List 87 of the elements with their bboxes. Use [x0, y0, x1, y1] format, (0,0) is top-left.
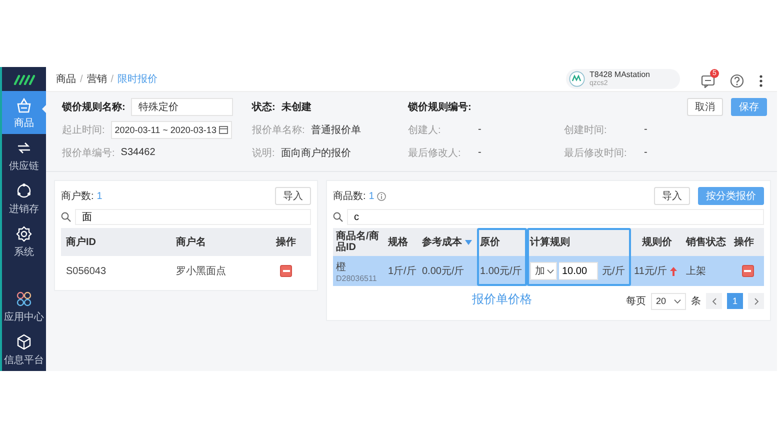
account-name: T8428 MAstation	[590, 70, 650, 79]
count-label: 商户数:	[61, 190, 94, 203]
chevron-down-icon	[547, 268, 554, 274]
field-label: 报价单编号:	[62, 146, 115, 160]
page-size-select[interactable]: 20	[650, 292, 686, 310]
column-header: 商户ID	[61, 228, 171, 256]
apps-icon	[15, 290, 33, 308]
field-value: 面向商户的报价	[280, 146, 351, 160]
field-value: -	[644, 124, 648, 135]
column-header: 操作	[261, 228, 311, 256]
settings-icon	[15, 225, 33, 243]
next-page-button[interactable]	[748, 293, 764, 309]
count-value: 1	[368, 190, 374, 202]
field-label: 报价单名称:	[252, 124, 305, 136]
search-icon	[61, 212, 71, 222]
field-label: 创建时间:	[564, 124, 608, 136]
info-icon	[377, 192, 386, 200]
column-header: 商品名/商品ID	[333, 228, 385, 256]
column-header: 参考成本	[419, 228, 477, 256]
unit-label: 元/斤	[602, 264, 625, 278]
search-field[interactable]: 面	[75, 209, 311, 225]
rule-value-field[interactable]: 10.00	[559, 262, 598, 280]
field-value: 未创建	[281, 100, 312, 114]
field-value: S34462	[120, 147, 156, 158]
calendar-icon	[219, 125, 228, 134]
breadcrumb-separator: /	[110, 74, 114, 84]
column-header: 规格	[385, 228, 419, 256]
field-label: 说明:	[252, 146, 275, 160]
field-value: -	[644, 147, 648, 158]
column-header: 操作	[731, 228, 764, 256]
product-id: D28036511	[336, 274, 377, 282]
table-cell-text: 0.00元/斤	[422, 264, 464, 278]
chevron-left-icon	[712, 298, 716, 304]
field-label: 最后修改时间:	[564, 146, 628, 160]
sidebar-item[interactable]: 应用中心	[2, 285, 46, 328]
sidebar-item[interactable]: 系统	[2, 220, 46, 263]
cube-icon	[15, 333, 33, 351]
cycle-icon	[15, 182, 33, 200]
sidebar-item[interactable]: 供应链	[2, 134, 46, 177]
field-label: 起止时间:	[62, 124, 105, 136]
table-cell-text: 上架	[686, 264, 706, 278]
field-label: 创建人:	[408, 124, 442, 136]
field-value: -	[478, 124, 482, 135]
sidebar-item[interactable]: 进销存	[2, 177, 46, 220]
count-value: 1	[96, 190, 102, 202]
delete-button[interactable]	[280, 265, 292, 277]
chevron-right-icon	[754, 298, 758, 304]
field-label: 锁价规则名称:	[62, 100, 126, 114]
message-icon	[701, 74, 715, 88]
field-value: -	[478, 147, 482, 158]
pagination-label: 条	[691, 295, 701, 308]
column-header: 销售状态	[683, 228, 731, 256]
sidebar-item[interactable]: 信息平台	[2, 328, 46, 371]
breadcrumb-separator: /	[80, 74, 83, 84]
breadcrumb-link[interactable]: 营销	[86, 72, 107, 86]
cancel-button[interactable]: 取消	[687, 98, 723, 116]
table-cell-text: 罗小黑面点	[175, 264, 227, 279]
rule-name-field[interactable]: 特殊定价	[131, 98, 234, 116]
previous-page-button[interactable]	[706, 293, 722, 309]
table-cell-text: 11元/斤	[634, 264, 668, 278]
product-name: 橙	[336, 260, 346, 274]
table-cell-text: 1.00元/斤	[480, 264, 522, 278]
field-label: 锁价规则编号:	[408, 100, 472, 114]
column-header: 规则价	[631, 228, 683, 256]
table-cell-text: S056043	[65, 264, 108, 278]
field-value: 普通报价单	[310, 124, 361, 136]
logo-icon	[568, 71, 585, 87]
pagination-label: 每页	[626, 295, 646, 308]
breadcrumb-link[interactable]: 商品	[56, 72, 76, 86]
help-icon	[730, 74, 744, 88]
chevron-down-icon	[674, 298, 681, 304]
delete-button[interactable]	[742, 265, 754, 277]
more-icon	[759, 74, 763, 88]
import-button[interactable]: 导入	[275, 187, 311, 205]
field-label: 最后修改人:	[408, 146, 462, 160]
count-label: 商品数:	[333, 190, 366, 203]
rule-operator-select[interactable]: 加	[530, 262, 557, 280]
import-button[interactable]: 导入	[654, 187, 690, 205]
search-icon	[333, 212, 343, 222]
search-field[interactable]: c	[347, 209, 764, 225]
date-range-field[interactable]: 2020-03-11 ~ 2020-03-13	[110, 120, 232, 138]
field-label: 状态:	[252, 100, 276, 114]
annotation-label: 报价单价格	[472, 291, 532, 308]
basket-icon	[15, 96, 33, 114]
column-header: 商户名	[171, 228, 261, 256]
table-cell-text: 1斤/斤	[388, 264, 416, 278]
logo-icon	[13, 73, 35, 85]
